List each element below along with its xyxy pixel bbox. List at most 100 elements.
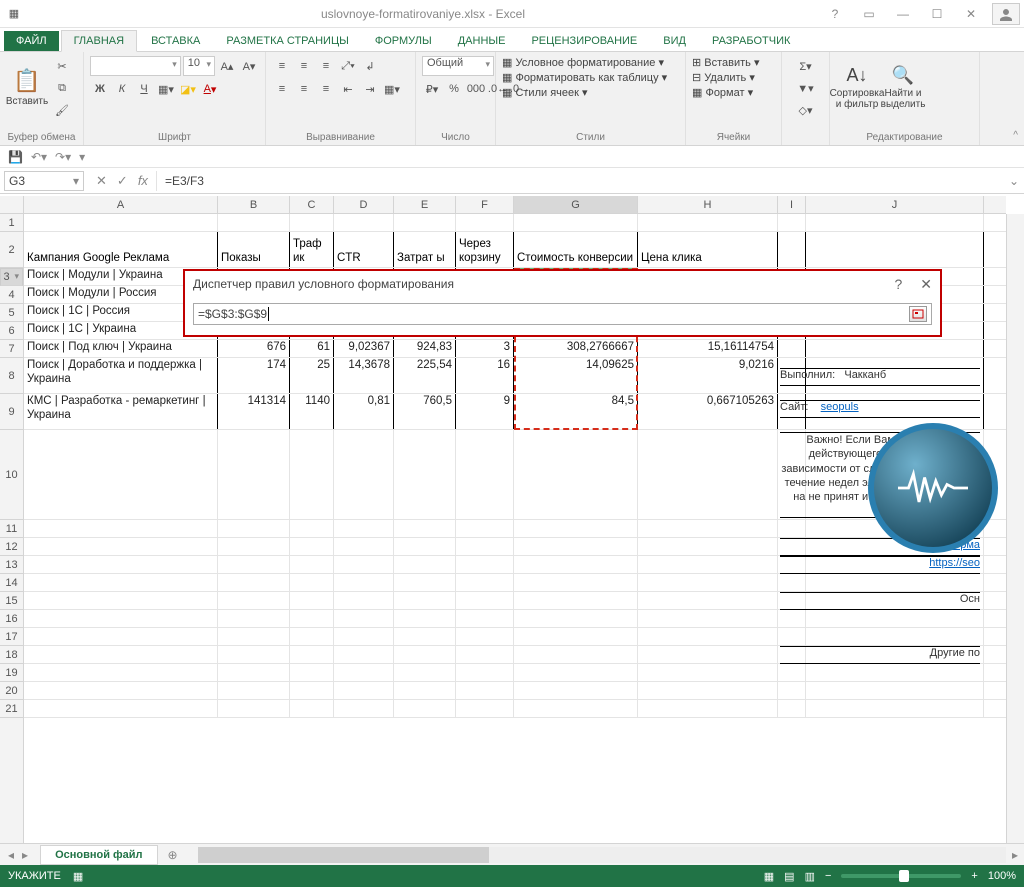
tab-home[interactable]: ГЛАВНАЯ: [61, 30, 137, 52]
data-8-d[interactable]: 14,3678: [334, 358, 394, 393]
hscroll-right-icon[interactable]: ▸: [1006, 848, 1024, 862]
help-icon[interactable]: ?: [822, 4, 848, 24]
clear-icon[interactable]: ◇▾: [788, 100, 823, 120]
horizontal-scrollbar[interactable]: [198, 847, 1006, 863]
cell[interactable]: [394, 520, 456, 537]
cell[interactable]: [24, 214, 218, 231]
cell[interactable]: [290, 538, 334, 555]
cell[interactable]: [806, 610, 984, 627]
col-D[interactable]: D: [334, 196, 394, 213]
cell[interactable]: [394, 430, 456, 519]
view-layout-icon[interactable]: ▤: [784, 870, 794, 883]
cell[interactable]: [456, 610, 514, 627]
data-9-c[interactable]: 1140: [290, 394, 334, 429]
data-7-b[interactable]: 676: [218, 340, 290, 357]
row-7[interactable]: 7: [0, 340, 23, 358]
cell[interactable]: [806, 682, 984, 699]
save-icon[interactable]: 💾: [8, 150, 23, 164]
cell[interactable]: [24, 664, 218, 681]
header-e[interactable]: Затрат ы: [394, 232, 456, 267]
redo-icon[interactable]: ↷▾: [55, 150, 71, 164]
cell[interactable]: [778, 520, 806, 537]
select-all-corner[interactable]: [0, 196, 24, 214]
col-C[interactable]: C: [290, 196, 334, 213]
cell[interactable]: [638, 520, 778, 537]
cell[interactable]: [638, 628, 778, 645]
cell[interactable]: [24, 538, 218, 555]
cell[interactable]: [456, 592, 514, 609]
find-select-button[interactable]: 🔍 Найти и выделить: [882, 56, 924, 118]
applies-to-range-input[interactable]: =$G$3:$G$9: [193, 303, 932, 325]
close-icon[interactable]: ✕: [958, 4, 984, 24]
cell[interactable]: [638, 682, 778, 699]
cell[interactable]: [806, 628, 984, 645]
cell[interactable]: [456, 430, 514, 519]
cell[interactable]: [778, 682, 806, 699]
cell[interactable]: [218, 664, 290, 681]
cell[interactable]: [638, 610, 778, 627]
align-left-icon[interactable]: ≡: [272, 79, 292, 99]
cell[interactable]: [394, 664, 456, 681]
align-mid-icon[interactable]: ≡: [294, 56, 314, 76]
cell[interactable]: [24, 610, 218, 627]
dialog-close-icon[interactable]: ✕: [920, 276, 932, 293]
cell[interactable]: [456, 682, 514, 699]
row-20[interactable]: 20: [0, 682, 23, 700]
cell-styles-button[interactable]: ▦ Стили ячеек ▾: [502, 86, 679, 99]
formula-input[interactable]: =E3/F3: [156, 171, 1004, 191]
cancel-formula-icon[interactable]: ✕: [96, 173, 107, 189]
cell[interactable]: [514, 538, 638, 555]
cell[interactable]: [24, 628, 218, 645]
cell[interactable]: [514, 574, 638, 591]
format-cells-button[interactable]: ▦ Формат ▾: [692, 86, 775, 99]
row-15[interactable]: 15: [0, 592, 23, 610]
row-19[interactable]: 19: [0, 664, 23, 682]
tab-file[interactable]: ФАЙЛ: [4, 31, 59, 51]
collapse-ribbon-icon[interactable]: ^: [1013, 130, 1018, 141]
cell[interactable]: [778, 574, 806, 591]
zoom-level[interactable]: 100%: [988, 870, 1016, 882]
cell[interactable]: [778, 700, 806, 717]
cell[interactable]: [514, 214, 638, 231]
cell[interactable]: [334, 610, 394, 627]
tab-data[interactable]: ДАННЫЕ: [446, 31, 518, 51]
zoom-in-icon[interactable]: +: [971, 870, 977, 882]
cell[interactable]: [24, 430, 218, 519]
cell[interactable]: [290, 574, 334, 591]
col-B[interactable]: B: [218, 196, 290, 213]
data-9-b[interactable]: 141314: [218, 394, 290, 429]
cell[interactable]: [456, 214, 514, 231]
indent-dec-icon[interactable]: ⇤: [338, 79, 358, 99]
data-8-a[interactable]: Поиск | Доработка и поддержка | Украина: [24, 358, 218, 393]
sort-filter-button[interactable]: A↓ Сортировка и фильтр: [836, 56, 878, 118]
tab-developer[interactable]: РАЗРАБОТЧИК: [700, 31, 802, 51]
cell[interactable]: [638, 664, 778, 681]
cell[interactable]: [456, 646, 514, 663]
row-16[interactable]: 16: [0, 610, 23, 628]
fill-color-icon[interactable]: ◪▾: [178, 79, 198, 99]
tab-insert[interactable]: ВСТАВКА: [139, 31, 212, 51]
cell[interactable]: [456, 538, 514, 555]
row-4[interactable]: 4: [0, 286, 23, 304]
enter-formula-icon[interactable]: ✓: [117, 173, 128, 189]
indent-inc-icon[interactable]: ⇥: [360, 79, 380, 99]
align-bot-icon[interactable]: ≡: [316, 56, 336, 76]
col-J[interactable]: J: [806, 196, 984, 213]
cell[interactable]: [638, 574, 778, 591]
align-top-icon[interactable]: ≡: [272, 56, 292, 76]
cell[interactable]: [514, 628, 638, 645]
cell[interactable]: [334, 700, 394, 717]
row-8[interactable]: 8: [0, 358, 23, 394]
cell[interactable]: [24, 520, 218, 537]
cell[interactable]: [514, 646, 638, 663]
cell[interactable]: [334, 574, 394, 591]
cell[interactable]: [394, 646, 456, 663]
cell[interactable]: [806, 664, 984, 681]
view-pagebreak-icon[interactable]: ▥: [805, 870, 815, 883]
cell[interactable]: [778, 628, 806, 645]
cell[interactable]: [806, 232, 984, 267]
cell[interactable]: [290, 628, 334, 645]
data-7-g[interactable]: 308,2766667: [514, 340, 638, 357]
row-5[interactable]: 5: [0, 304, 23, 322]
cell[interactable]: [334, 628, 394, 645]
